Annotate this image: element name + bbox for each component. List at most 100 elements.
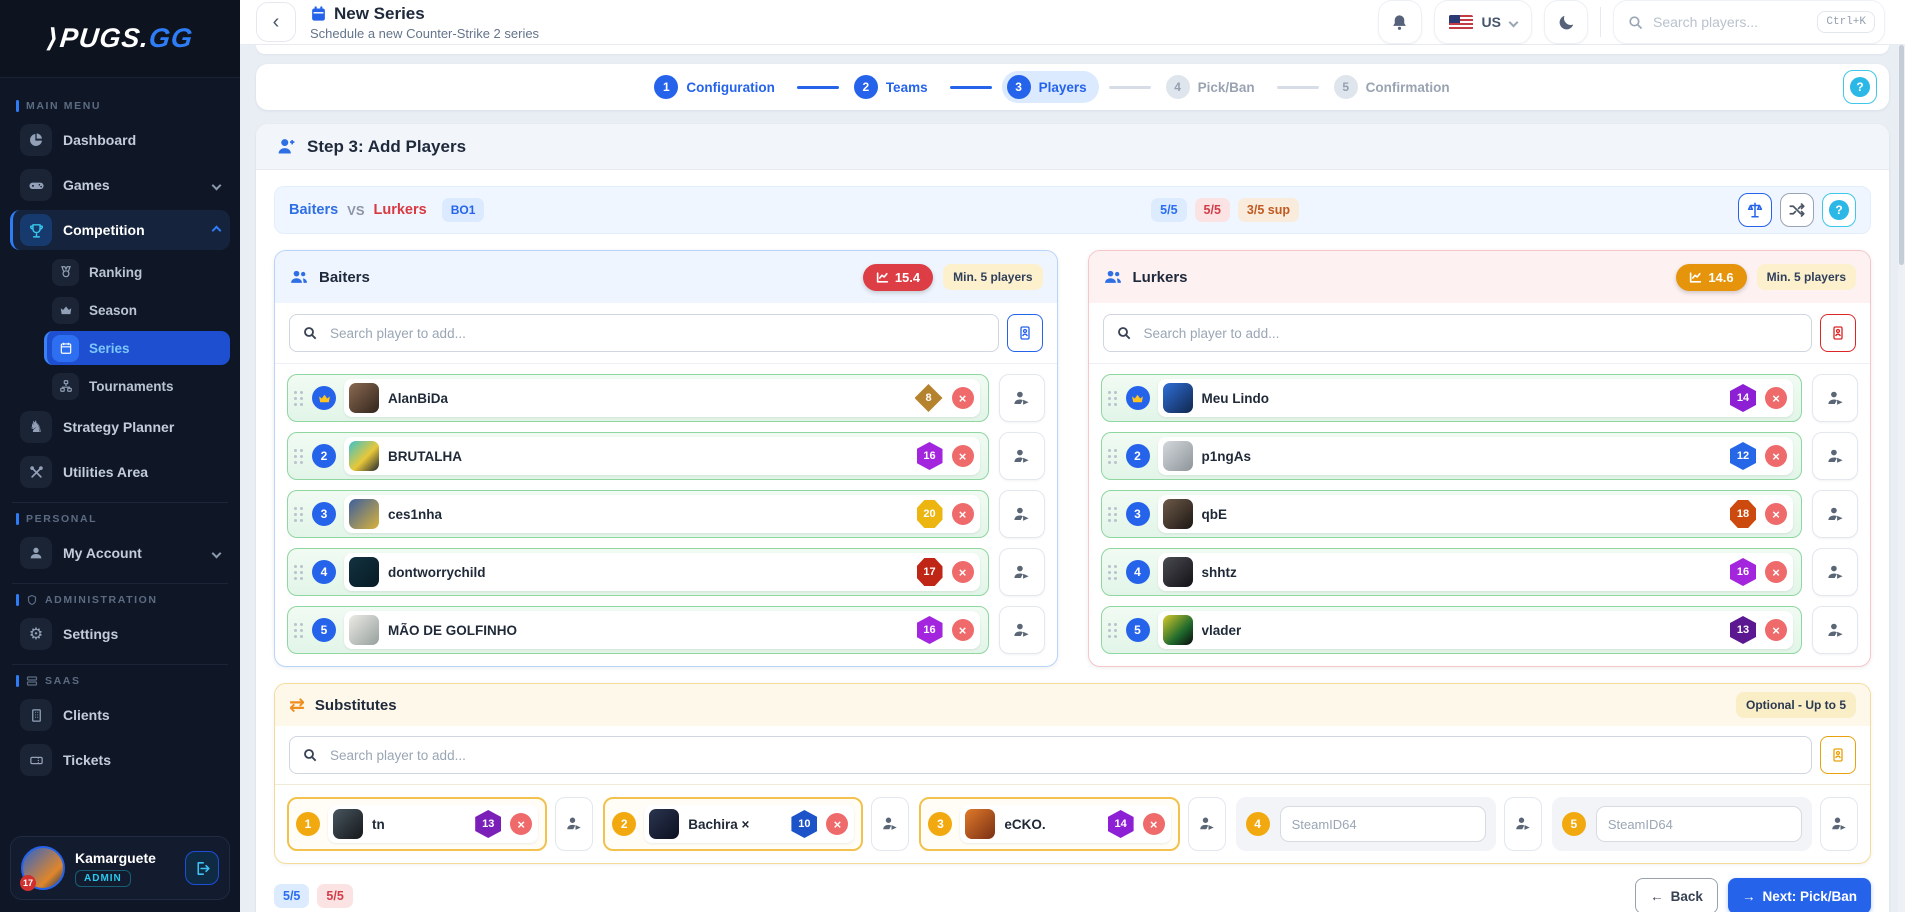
step-confirmation[interactable]: 5Confirmation xyxy=(1329,71,1462,103)
sidebar-item-strategy-planner[interactable]: ♞ Strategy Planner xyxy=(10,407,230,447)
drag-handle-icon[interactable] xyxy=(294,507,304,522)
substitute-player-button[interactable] xyxy=(1812,490,1858,538)
drag-handle-icon[interactable] xyxy=(1108,391,1118,406)
drag-handle-icon[interactable] xyxy=(1108,449,1118,464)
player-pill[interactable]: 5 MÃO DE GOLFINHO 16 × xyxy=(287,606,989,654)
substitute-player-button[interactable] xyxy=(1812,606,1858,654)
substitute-player-button[interactable] xyxy=(1812,432,1858,480)
drag-handle-icon[interactable] xyxy=(294,449,304,464)
next-pick-ban-button[interactable]: →Next: Pick/Ban xyxy=(1728,878,1871,912)
substitute-player-button[interactable] xyxy=(1504,797,1542,851)
team-a-player-search-input[interactable] xyxy=(330,326,998,341)
remove-player-button[interactable]: × xyxy=(1143,813,1165,835)
sidebar-item-competition[interactable]: Competition xyxy=(10,210,230,250)
drag-handle-icon[interactable] xyxy=(294,565,304,580)
logout-button[interactable] xyxy=(185,851,219,885)
remove-player-button[interactable]: × xyxy=(1765,561,1787,583)
sidebar-item-utilities-area[interactable]: Utilities Area xyxy=(10,452,230,492)
substitute-card[interactable]: 3 eCKO. 14 × xyxy=(919,797,1179,851)
substitute-card[interactable]: 1 tn 13 × xyxy=(287,797,547,851)
back-button[interactable]: ←Back xyxy=(1635,878,1718,912)
remove-player-button[interactable]: × xyxy=(1765,619,1787,641)
sidebar-item-ranking[interactable]: Ranking xyxy=(44,255,230,289)
sidebar-item-games[interactable]: Games xyxy=(10,165,230,205)
substitute-player-button[interactable] xyxy=(1812,374,1858,422)
substitute-player-button[interactable] xyxy=(999,606,1045,654)
remove-player-button[interactable]: × xyxy=(1765,387,1787,409)
remove-player-button[interactable]: × xyxy=(1765,503,1787,525)
drag-handle-icon[interactable] xyxy=(1108,623,1118,638)
substitute-slot-number: 5 xyxy=(1562,812,1586,836)
player-pill[interactable]: 2 p1ngAs 12 × xyxy=(1101,432,1803,480)
drag-handle-icon[interactable] xyxy=(1108,507,1118,522)
substitute-player-button[interactable] xyxy=(999,490,1045,538)
player-pill[interactable]: 5 vlader 13 × xyxy=(1101,606,1803,654)
global-search[interactable]: Ctrl+K xyxy=(1613,0,1885,44)
user-card[interactable]: 17 Kamarguete ADMIN xyxy=(10,836,230,900)
sidebar-item-settings[interactable]: ⚙ Settings xyxy=(10,614,230,654)
step-configuration[interactable]: 1Configuration xyxy=(649,71,786,103)
help-button[interactable]: ? xyxy=(1843,70,1877,104)
back-nav-button[interactable]: ‹ xyxy=(256,2,296,42)
player-pill[interactable]: 4 shhtz 16 × xyxy=(1101,548,1803,596)
substitute-player-button[interactable] xyxy=(555,797,593,851)
language-selector[interactable]: US xyxy=(1434,0,1532,44)
drag-handle-icon[interactable] xyxy=(294,391,304,406)
remove-player-button[interactable]: × xyxy=(826,813,848,835)
sidebar-item-series[interactable]: Series xyxy=(44,331,230,365)
remove-player-button[interactable]: × xyxy=(510,813,532,835)
player-pill[interactable]: AlanBiDa 8 × xyxy=(287,374,989,422)
team-b-roster-button[interactable] xyxy=(1820,314,1856,352)
remove-player-button[interactable]: × xyxy=(1765,445,1787,467)
players-help-button[interactable]: ? xyxy=(1822,193,1856,227)
remove-player-button[interactable]: × xyxy=(952,445,974,467)
sidebar-item-clients[interactable]: Clients xyxy=(10,695,230,735)
substitutes-header: ⇄ Substitutes Optional - Up to 5 xyxy=(275,684,1870,726)
substitute-player-button[interactable] xyxy=(871,797,909,851)
player-pill[interactable]: 3 ces1nha 20 × xyxy=(287,490,989,538)
scrollbar[interactable] xyxy=(1898,45,1905,912)
player-pill[interactable]: 3 qbE 18 × xyxy=(1101,490,1803,538)
remove-player-button[interactable]: × xyxy=(952,387,974,409)
sidebar-item-dashboard[interactable]: Dashboard xyxy=(10,120,230,160)
step-teams[interactable]: 2Teams xyxy=(849,71,940,103)
balance-teams-button[interactable] xyxy=(1738,193,1772,227)
remove-player-button[interactable]: × xyxy=(952,503,974,525)
substitute-player-button[interactable] xyxy=(1812,548,1858,596)
user-swap-icon xyxy=(1012,563,1031,582)
notifications-button[interactable] xyxy=(1378,0,1422,44)
divider xyxy=(12,502,228,503)
notification-count-badge: 17 xyxy=(20,875,36,891)
substitute-player-button[interactable] xyxy=(1188,797,1226,851)
steamid-input[interactable] xyxy=(1596,806,1802,842)
substitute-player-button[interactable] xyxy=(999,374,1045,422)
substitute-player-button[interactable] xyxy=(999,548,1045,596)
dark-mode-toggle[interactable] xyxy=(1544,0,1588,44)
steamid-input[interactable] xyxy=(1280,806,1486,842)
remove-player-button[interactable]: × xyxy=(952,561,974,583)
substitute-player-button[interactable] xyxy=(999,432,1045,480)
substitutes-search-input[interactable] xyxy=(330,748,1811,763)
player-pill[interactable]: Meu Lindo 14 × xyxy=(1101,374,1803,422)
substitute-player-button[interactable] xyxy=(1820,797,1858,851)
step-pick-ban[interactable]: 4Pick/Ban xyxy=(1161,71,1267,103)
substitutes-roster-button[interactable] xyxy=(1820,736,1856,774)
sidebar-item-my-account[interactable]: My Account xyxy=(10,533,230,573)
shuffle-teams-button[interactable] xyxy=(1780,193,1814,227)
drag-handle-icon[interactable] xyxy=(1108,565,1118,580)
team-b-player-search-input[interactable] xyxy=(1144,326,1812,341)
substitute-card[interactable]: 2 Bachira × 10 × xyxy=(603,797,863,851)
remove-player-button[interactable]: × xyxy=(952,619,974,641)
step-players[interactable]: 3Players xyxy=(1002,71,1099,103)
drag-handle-icon[interactable] xyxy=(294,623,304,638)
substitute-slot: 1 tn 13 × xyxy=(287,797,593,851)
sidebar-item-tickets[interactable]: Tickets xyxy=(10,740,230,780)
team-a-roster-button[interactable] xyxy=(1007,314,1043,352)
server-icon xyxy=(26,675,38,687)
global-search-input[interactable] xyxy=(1653,14,1808,30)
player-pill[interactable]: 4 dontworrychild 17 × xyxy=(287,548,989,596)
sidebar-item-season[interactable]: Season xyxy=(44,293,230,327)
sidebar-item-tournaments[interactable]: Tournaments xyxy=(44,369,230,403)
player-pill[interactable]: 2 BRUTALHA 16 × xyxy=(287,432,989,480)
app-logo[interactable]: ⟩ PUGS.GG xyxy=(0,0,240,78)
